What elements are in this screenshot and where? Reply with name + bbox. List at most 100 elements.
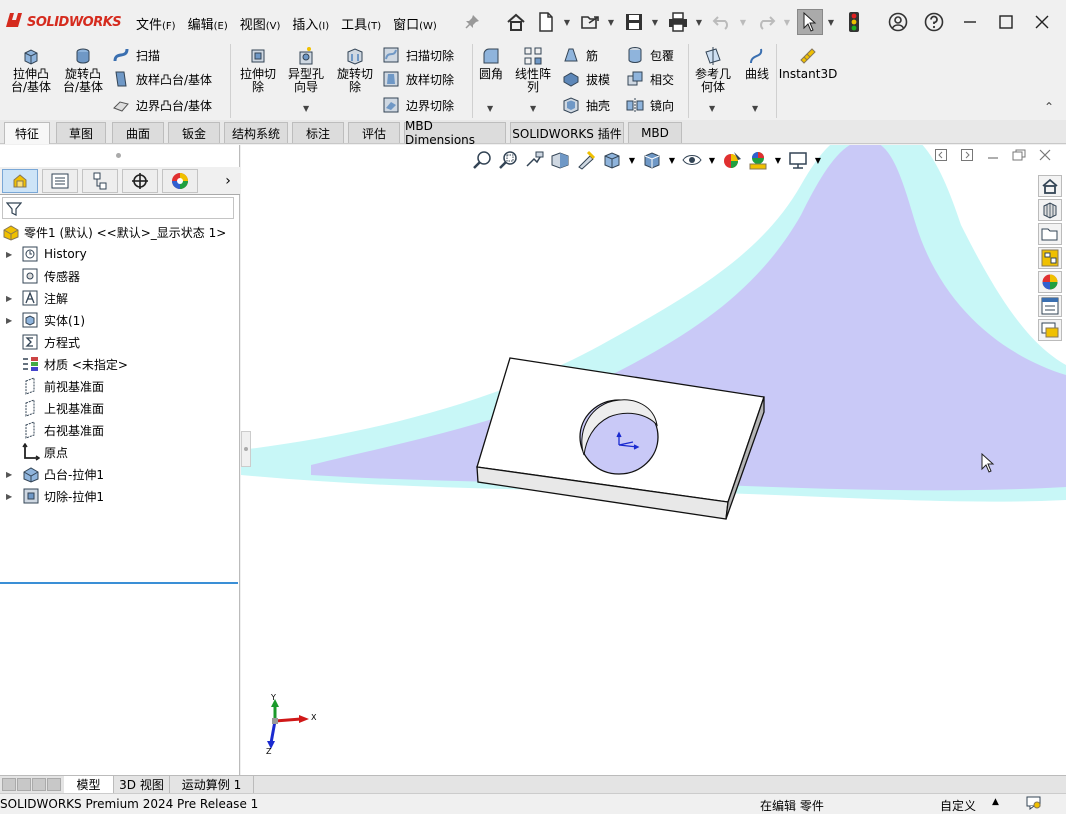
custom-properties-icon[interactable] xyxy=(1038,295,1062,317)
tree-item-material[interactable]: 材质 <未指定> xyxy=(0,353,240,375)
expand-chevron-icon[interactable]: ▶ xyxy=(6,250,16,259)
view-settings-dropdown-icon[interactable]: ▼ xyxy=(813,149,823,171)
tree-root-part[interactable]: 零件1 (默认) <<默认>_显示状态 1> xyxy=(0,221,240,243)
undo-icon[interactable] xyxy=(710,10,734,34)
document-restore-icon[interactable] xyxy=(1006,145,1032,165)
display-style-icon[interactable] xyxy=(641,149,663,171)
maximize-window-icon[interactable] xyxy=(992,8,1020,36)
help-icon[interactable] xyxy=(922,10,946,34)
revolve-cut-button[interactable]: 旋转切 除 xyxy=(332,46,378,94)
configuration-manager-tab-icon[interactable] xyxy=(82,169,118,193)
tree-item-annotations[interactable]: ▶ 注解 xyxy=(0,287,240,309)
menu-edit[interactable]: 编辑(E) xyxy=(188,14,228,33)
display-manager-tab-icon[interactable] xyxy=(162,169,198,193)
tab-solidworks-addins[interactable]: SOLIDWORKS 插件 xyxy=(510,122,624,143)
tree-item-top-plane[interactable]: 上视基准面 xyxy=(0,397,240,419)
tab-3d-views[interactable]: 3D 视图 xyxy=(114,776,170,793)
tab-markup[interactable]: 标注 xyxy=(292,122,344,143)
display-style-dropdown-icon[interactable]: ▼ xyxy=(667,149,677,171)
minimize-window-icon[interactable] xyxy=(956,8,984,36)
linear-pattern-button[interactable]: 线性阵 列 xyxy=(510,46,556,94)
instant3d-button[interactable]: Instant3D xyxy=(779,46,837,81)
document-minimize-icon[interactable] xyxy=(980,145,1006,165)
expand-chevron-icon[interactable]: ▶ xyxy=(6,492,16,501)
dynamic-annotation-view-icon[interactable] xyxy=(575,149,597,171)
previous-panel-icon[interactable] xyxy=(928,145,954,165)
close-window-icon[interactable] xyxy=(1028,8,1056,36)
tab-features[interactable]: 特征 xyxy=(4,122,50,144)
view-orientation-icon[interactable] xyxy=(601,149,623,171)
tab-motion-study-1[interactable]: 运动算例 1 xyxy=(170,776,254,793)
boundary-boss-button[interactable]: 边界凸台/基体 xyxy=(112,96,212,114)
tab-surfaces[interactable]: 曲面 xyxy=(112,122,164,143)
zoom-to-area-icon[interactable] xyxy=(497,149,519,171)
curves-dropdown-icon[interactable]: ▼ xyxy=(752,104,758,113)
previous-view-icon[interactable] xyxy=(523,149,545,171)
last-tab-nav-icon[interactable] xyxy=(47,778,61,791)
tab-mbd[interactable]: MBD xyxy=(628,122,682,143)
zoom-to-fit-icon[interactable] xyxy=(471,149,493,171)
panel-splitter-handle[interactable] xyxy=(241,431,251,467)
home-icon[interactable] xyxy=(504,10,528,34)
rebuild-traffic-light-icon[interactable] xyxy=(842,10,866,34)
tab-sheet-metal[interactable]: 钣金 xyxy=(168,122,220,143)
loft-boss-button[interactable]: 放样凸台/基体 xyxy=(112,70,212,88)
property-manager-tab-icon[interactable] xyxy=(42,169,78,193)
undo-dropdown-icon[interactable]: ▼ xyxy=(738,10,748,34)
fillet-dropdown-icon[interactable]: ▼ xyxy=(487,104,493,113)
redo-dropdown-icon[interactable]: ▼ xyxy=(782,10,792,34)
expand-chevron-icon[interactable]: ▶ xyxy=(6,316,16,325)
extrude-boss-button[interactable]: 拉伸凸 台/基体 xyxy=(6,46,56,94)
solidworks-logo[interactable]: SOLIDWORKS xyxy=(4,11,122,33)
new-dropdown-icon[interactable]: ▼ xyxy=(562,10,572,34)
tab-model[interactable]: 模型 xyxy=(64,776,114,793)
fillet-button[interactable]: 圆角 xyxy=(474,46,508,81)
tree-item-solid-bodies[interactable]: ▶ 实体(1) xyxy=(0,309,240,331)
expand-chevron-icon[interactable]: ▶ xyxy=(6,294,16,303)
apply-scene-dropdown-icon[interactable]: ▼ xyxy=(773,149,783,171)
status-message-icon[interactable] xyxy=(1026,796,1042,813)
swept-cut-button[interactable]: 扫描切除 xyxy=(382,46,454,64)
menu-file[interactable]: 文件(F) xyxy=(136,14,176,33)
sweep-button[interactable]: 扫描 xyxy=(112,46,160,64)
tree-item-right-plane[interactable]: 右视基准面 xyxy=(0,419,240,441)
tree-filter-input[interactable] xyxy=(2,197,234,219)
print-icon[interactable] xyxy=(666,10,690,34)
view-palette-icon[interactable] xyxy=(1038,247,1062,269)
tree-item-boss-extrude1[interactable]: ▶ 凸台-拉伸1 xyxy=(0,463,240,485)
reference-triad[interactable]: Y X Z xyxy=(265,693,325,760)
first-tab-nav-icon[interactable] xyxy=(2,778,16,791)
next-panel-icon[interactable] xyxy=(954,145,980,165)
boundary-cut-button[interactable]: 边界切除 xyxy=(382,96,454,114)
tab-sketch[interactable]: 草图 xyxy=(56,122,106,143)
reference-geometry-button[interactable]: 参考几 何体 xyxy=(690,46,736,94)
tree-item-cut-extrude1[interactable]: ▶ 切除-拉伸1 xyxy=(0,485,240,507)
previous-tab-nav-icon[interactable] xyxy=(17,778,31,791)
extrude-cut-button[interactable]: 拉伸切 除 xyxy=(234,46,282,94)
shell-button[interactable]: 抽壳 xyxy=(562,96,610,114)
menu-window[interactable]: 窗口(W) xyxy=(393,14,437,33)
user-account-icon[interactable] xyxy=(886,10,910,34)
more-tabs-chevron-icon[interactable]: › xyxy=(218,169,238,193)
redo-icon[interactable] xyxy=(754,10,778,34)
design-library-icon[interactable] xyxy=(1038,199,1062,221)
tree-item-origin[interactable]: 原点 xyxy=(0,441,240,463)
save-dropdown-icon[interactable]: ▼ xyxy=(650,10,660,34)
reference-geometry-dropdown-icon[interactable]: ▼ xyxy=(709,104,715,113)
view-orientation-dropdown-icon[interactable]: ▼ xyxy=(627,149,637,171)
save-icon[interactable] xyxy=(622,10,646,34)
open-icon[interactable] xyxy=(578,10,602,34)
menu-tools[interactable]: 工具(T) xyxy=(341,14,381,33)
edit-appearance-icon[interactable] xyxy=(721,149,743,171)
document-close-icon[interactable] xyxy=(1032,145,1058,165)
tree-item-history[interactable]: ▶ History xyxy=(0,243,240,265)
hole-wizard-dropdown-icon[interactable]: ▼ xyxy=(303,104,309,113)
draft-button[interactable]: 拔模 xyxy=(562,70,610,88)
units-dropdown-icon[interactable]: ▲ xyxy=(992,797,999,807)
curves-button[interactable]: 曲线 xyxy=(740,46,774,81)
tree-item-front-plane[interactable]: 前视基准面 xyxy=(0,375,240,397)
rollback-bar[interactable] xyxy=(0,582,238,584)
apply-scene-icon[interactable] xyxy=(747,149,769,171)
menu-view[interactable]: 视图(V) xyxy=(240,14,281,33)
select-tool-icon[interactable] xyxy=(797,9,823,35)
